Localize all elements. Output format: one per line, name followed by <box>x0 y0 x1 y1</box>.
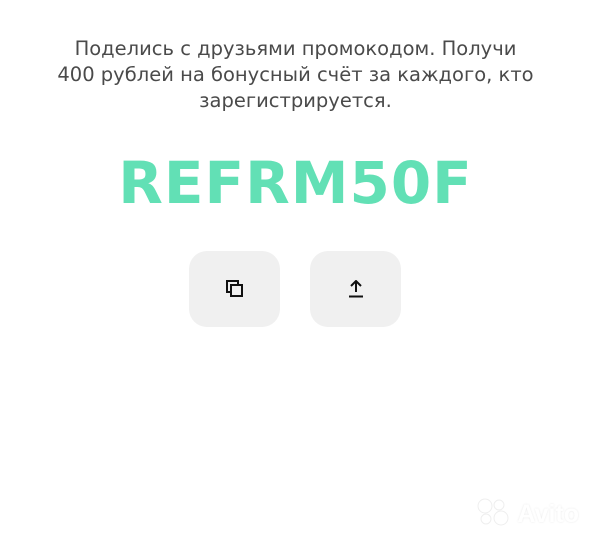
referral-description: Поделись с друзьями промокодом. Получи 4… <box>0 36 591 114</box>
description-line-3: зарегистрируется. <box>199 89 392 112</box>
description-line-2: 400 рублей на бонусный счёт за каждого, … <box>57 63 534 86</box>
share-promo-button[interactable] <box>310 251 401 327</box>
avito-logo-icon <box>477 498 511 530</box>
avito-watermark-text: Avito <box>517 499 579 528</box>
copy-promo-button[interactable] <box>189 251 280 327</box>
avito-watermark: Avito <box>477 498 579 530</box>
share-upload-icon <box>348 280 364 298</box>
copy-icon <box>225 280 244 298</box>
description-line-1: Поделись с друзьями промокодом. Получи <box>74 37 517 60</box>
promo-code: REFRM50F <box>118 149 473 217</box>
